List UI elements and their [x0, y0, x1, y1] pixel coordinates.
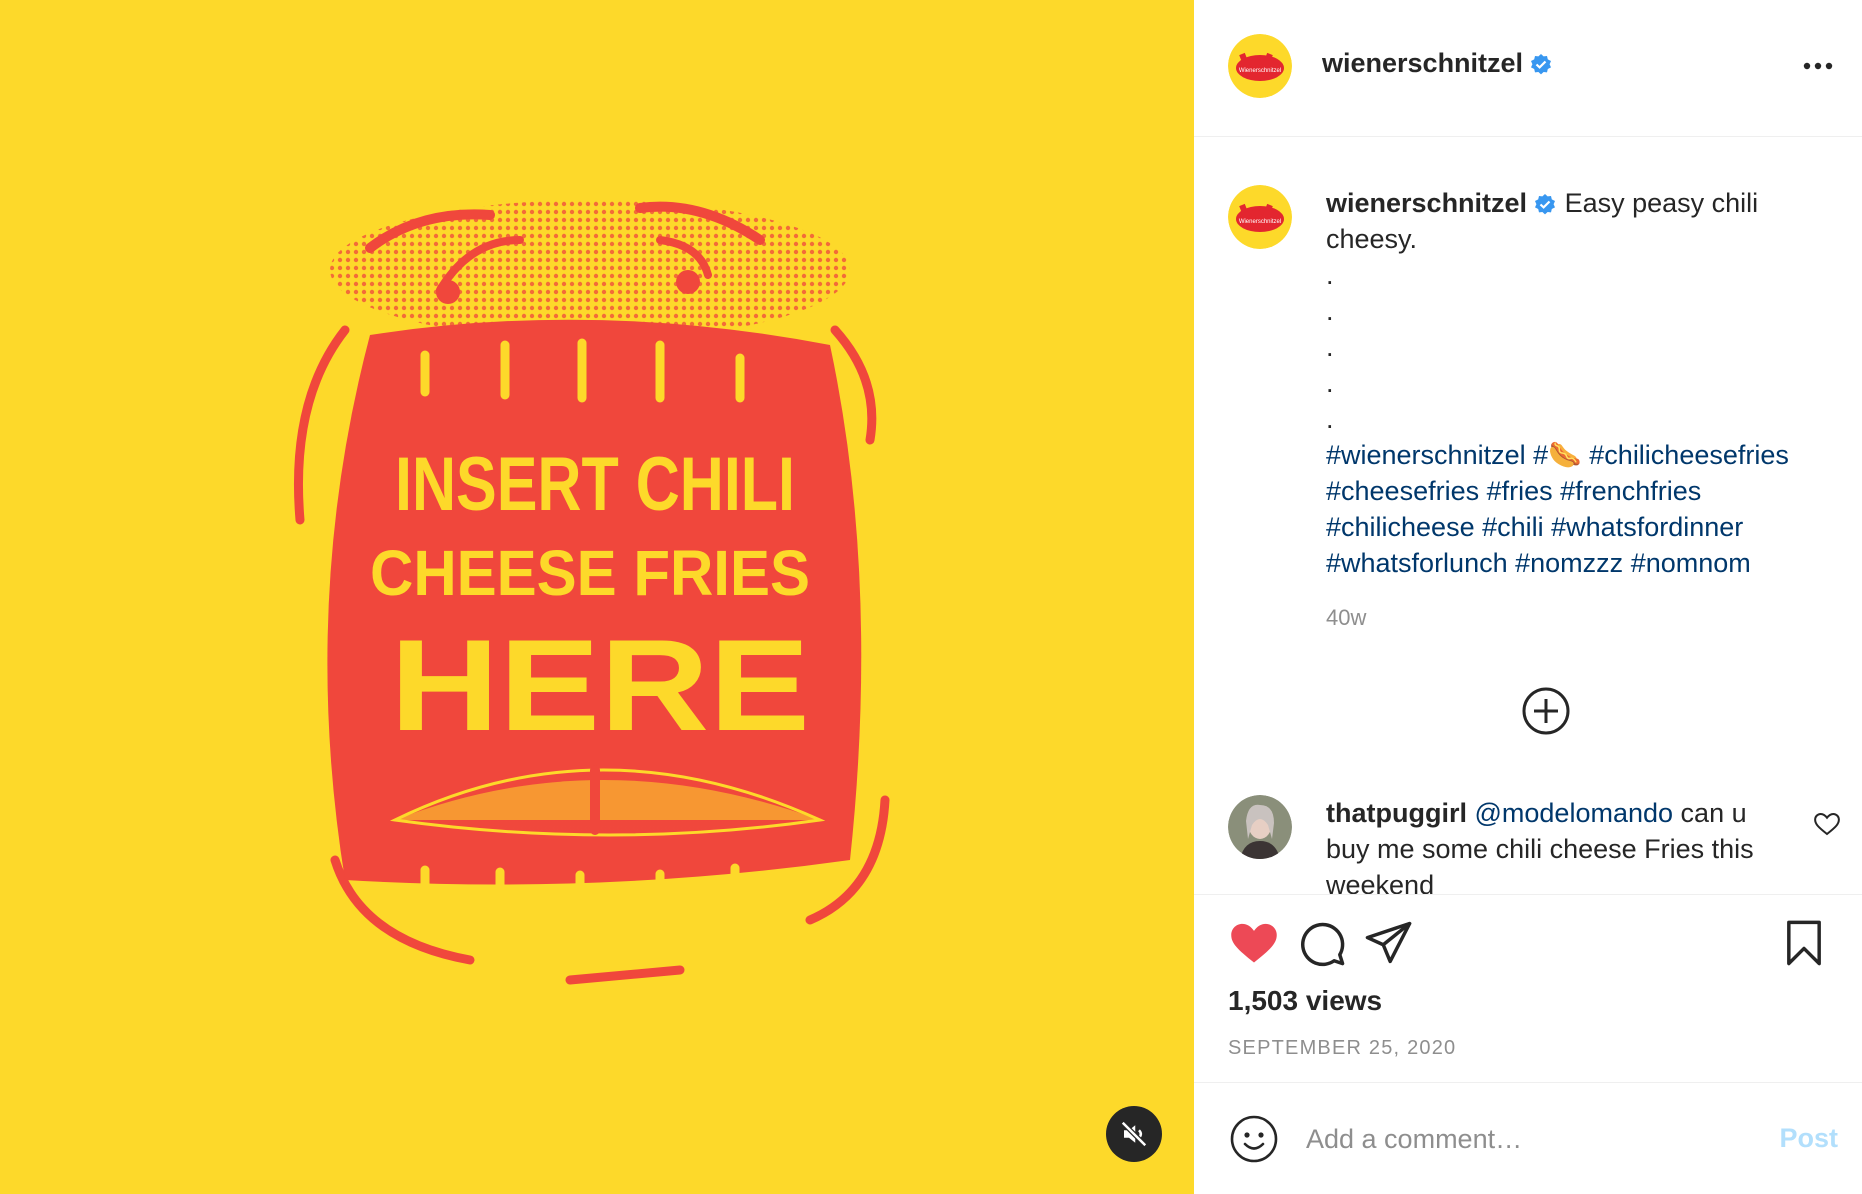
hashtag-link[interactable]: #cheesefries: [1326, 476, 1479, 506]
hashtag-link[interactable]: #chilicheesefries: [1589, 440, 1789, 470]
hashtag-link[interactable]: #wienerschnitzel: [1326, 440, 1526, 470]
comment-mention[interactable]: @modelomando: [1475, 798, 1674, 828]
plus-circle-icon: [1522, 687, 1570, 735]
save-button[interactable]: [1778, 917, 1830, 969]
hashtag-link[interactable]: #whatsforlunch: [1326, 548, 1508, 578]
view-count[interactable]: 1,503 views: [1228, 985, 1382, 1017]
comment-button[interactable]: [1296, 917, 1348, 969]
verified-badge-icon: [1531, 53, 1552, 75]
svg-text:Wienerschnitzel: Wienerschnitzel: [1239, 68, 1281, 74]
post-date[interactable]: SEPTEMBER 25, 2020: [1228, 1037, 1456, 1060]
hashtag-link[interactable]: #🌭: [1533, 440, 1582, 470]
paper-plane-icon: [1365, 921, 1412, 964]
post-author-username[interactable]: wienerschnitzel: [1322, 48, 1553, 79]
heart-outline-icon: [1814, 812, 1840, 836]
wienerschnitzel-logo-icon: Wienerschnitzel: [1228, 185, 1292, 249]
artwork-text-line-2: CHEESE FRIES: [370, 537, 810, 609]
verified-badge-icon: [1535, 193, 1556, 215]
bookmark-icon: [1787, 920, 1821, 966]
comment-icon: [1301, 922, 1345, 967]
caption-dots: . . . . .: [1326, 257, 1826, 437]
hashtag-link[interactable]: #chili: [1482, 512, 1544, 542]
hashtag-link[interactable]: #nomnom: [1631, 548, 1751, 578]
comment-username[interactable]: thatpuggirl: [1326, 798, 1467, 828]
post-header: Wienerschnitzel wienerschnitzel: [1194, 0, 1862, 137]
hashtag-link[interactable]: #chilicheese: [1326, 512, 1475, 542]
avatar-photo: [1228, 795, 1292, 859]
caption-dot: .: [1326, 296, 1334, 326]
hashtag-link[interactable]: #fries: [1487, 476, 1553, 506]
add-comment-bar: Post: [1194, 1082, 1862, 1194]
caption-hashtags: #wienerschnitzel #🌭 #chilicheesefries #c…: [1326, 437, 1826, 581]
caption-dot: .: [1326, 404, 1334, 434]
share-button[interactable]: [1362, 917, 1414, 969]
comment-like-button[interactable]: [1812, 809, 1842, 839]
svg-text:Wienerschnitzel: Wienerschnitzel: [1239, 219, 1281, 225]
caption-avatar[interactable]: Wienerschnitzel: [1228, 185, 1292, 249]
comments-section[interactable]: Wienerschnitzel wienerschnitzel Easy pea…: [1194, 137, 1862, 894]
commenter-avatar[interactable]: [1228, 795, 1292, 859]
comment-input[interactable]: [1306, 1113, 1746, 1165]
caption-time-ago[interactable]: 40w: [1326, 605, 1366, 631]
post-media[interactable]: INSERT CHILI CHEESE FRIES HERE: [0, 0, 1194, 1194]
username-text[interactable]: wienerschnitzel: [1322, 48, 1523, 78]
comment-body: thatpuggirl @modelomando can u buy me so…: [1326, 795, 1786, 894]
post-sidebar: Wienerschnitzel wienerschnitzel Wienersc…: [1194, 0, 1862, 1194]
emoji-icon: [1230, 1115, 1278, 1163]
caption-dot: .: [1326, 332, 1334, 362]
heart-filled-icon: [1231, 923, 1277, 963]
post-caption: wienerschnitzel Easy peasy chili cheesy.…: [1326, 185, 1826, 581]
post-comment-button[interactable]: Post: [1779, 1123, 1838, 1154]
artwork-mouth: INSERT CHILI CHEESE FRIES HERE: [293, 200, 890, 985]
hashtag-link[interactable]: #whatsfordinner: [1551, 512, 1743, 542]
load-more-comments-button[interactable]: [1520, 685, 1572, 737]
caption-dot: .: [1326, 368, 1334, 398]
more-options-button[interactable]: [1798, 50, 1838, 82]
artwork-text-line-1: INSERT CHILI: [395, 442, 795, 527]
hashtag-link[interactable]: #frenchfries: [1560, 476, 1701, 506]
hashtag-link[interactable]: #nomzzz: [1515, 548, 1623, 578]
speaker-muted-icon: [1120, 1120, 1148, 1148]
profile-avatar[interactable]: Wienerschnitzel: [1228, 34, 1292, 98]
caption-dot: .: [1326, 260, 1334, 290]
emoji-button[interactable]: [1228, 1113, 1280, 1165]
mute-button[interactable]: [1106, 1106, 1162, 1162]
more-horizontal-icon: [1803, 62, 1833, 70]
like-button[interactable]: [1228, 917, 1280, 969]
caption-username[interactable]: wienerschnitzel: [1326, 188, 1527, 218]
wienerschnitzel-logo-icon: Wienerschnitzel: [1228, 34, 1292, 98]
artwork-text-line-3: HERE: [390, 612, 810, 758]
